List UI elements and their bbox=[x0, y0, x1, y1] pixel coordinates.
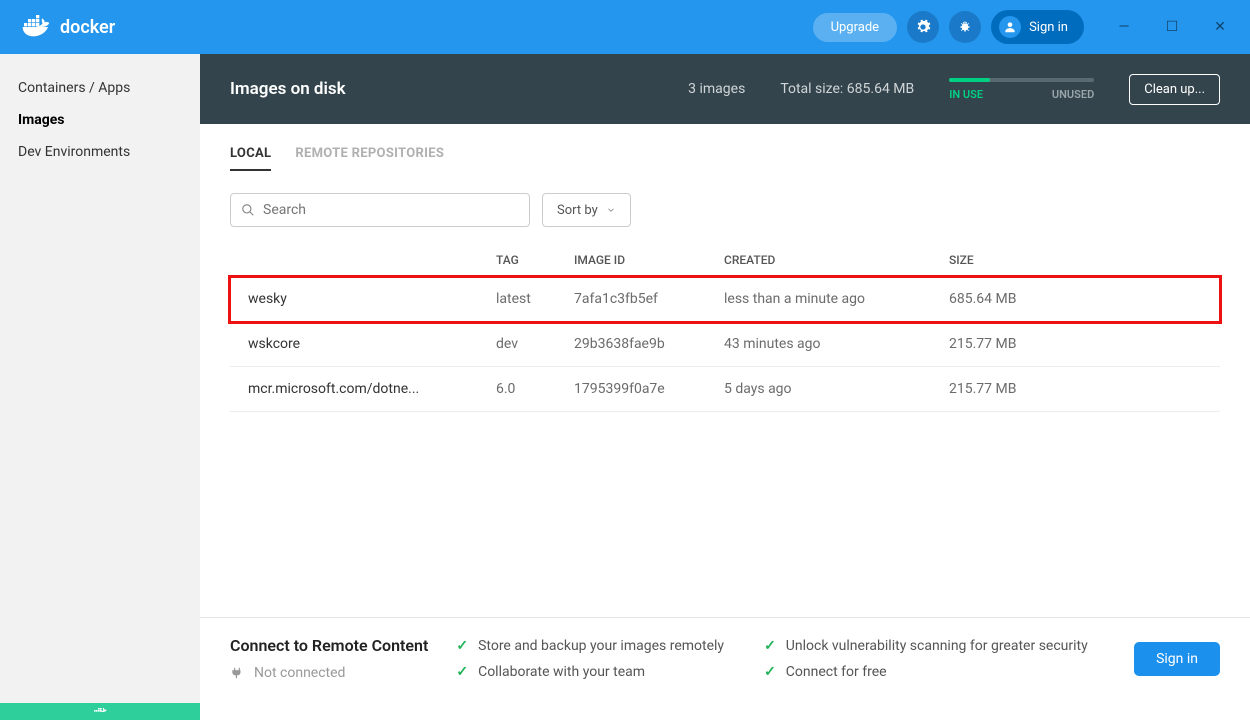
cell-id: 1795399f0a7e bbox=[574, 381, 724, 397]
maximize-button[interactable]: ☐ bbox=[1162, 19, 1182, 35]
table-row[interactable]: mcr.microsoft.com/dotne...6.01795399f0a7… bbox=[230, 367, 1220, 412]
sidebar-item-images[interactable]: Images bbox=[0, 104, 200, 136]
cell-tag: 6.0 bbox=[496, 381, 574, 397]
usage-bar: IN USE UNUSED bbox=[949, 78, 1094, 101]
check-icon: ✓ bbox=[764, 664, 776, 680]
cell-created: 5 days ago bbox=[724, 381, 949, 397]
app-name: docker bbox=[60, 17, 115, 38]
total-size: Total size: 685.64 MB bbox=[780, 81, 914, 97]
col-created: CREATED bbox=[724, 253, 949, 267]
docker-logo: docker bbox=[20, 15, 115, 39]
upgrade-button[interactable]: Upgrade bbox=[813, 13, 897, 42]
cell-name: wskcore bbox=[248, 336, 496, 352]
cell-tag: dev bbox=[496, 336, 574, 352]
search-input[interactable] bbox=[263, 202, 519, 218]
tab-remote[interactable]: REMOTE REPOSITORIES bbox=[295, 146, 444, 171]
cell-created: less than a minute ago bbox=[724, 291, 949, 307]
troubleshoot-button[interactable] bbox=[949, 11, 981, 43]
main: Containers / Apps Images Dev Environment… bbox=[0, 54, 1250, 703]
whale-icon bbox=[91, 706, 109, 718]
in-use-label: IN USE bbox=[949, 88, 983, 101]
col-tag: TAG bbox=[496, 253, 574, 267]
plug-icon bbox=[230, 666, 244, 680]
search-icon bbox=[241, 203, 255, 217]
remote-content-panel: Connect to Remote Content Not connected … bbox=[200, 617, 1250, 703]
search-box[interactable] bbox=[230, 193, 530, 227]
cell-tag: latest bbox=[496, 291, 574, 307]
benefit-item: ✓Unlock vulnerability scanning for great… bbox=[764, 638, 1088, 654]
col-size: SIZE bbox=[949, 253, 1202, 267]
footer-signin-button[interactable]: Sign in bbox=[1134, 642, 1220, 676]
cell-size: 685.64 MB bbox=[949, 291, 1202, 307]
cell-name: mcr.microsoft.com/dotne... bbox=[248, 381, 496, 397]
col-id: IMAGE ID bbox=[574, 253, 724, 267]
whale-icon bbox=[20, 15, 52, 39]
cell-created: 43 minutes ago bbox=[724, 336, 949, 352]
user-avatar-icon bbox=[999, 16, 1021, 38]
unused-label: UNUSED bbox=[1052, 88, 1094, 101]
minimize-button[interactable]: — bbox=[1114, 19, 1134, 35]
connection-status: Not connected bbox=[230, 665, 428, 681]
bug-icon bbox=[957, 19, 973, 35]
check-icon: ✓ bbox=[456, 638, 468, 654]
table-row[interactable]: wskcoredev29b3638fae9b43 minutes ago215.… bbox=[230, 322, 1220, 367]
table-header: TAG IMAGE ID CREATED SIZE bbox=[230, 239, 1220, 277]
sidebar-item-containers[interactable]: Containers / Apps bbox=[0, 72, 200, 104]
content: Images on disk 3 images Total size: 685.… bbox=[200, 54, 1250, 703]
chevron-down-icon bbox=[606, 205, 616, 215]
gear-icon bbox=[915, 19, 931, 35]
signin-button[interactable]: Sign in bbox=[991, 10, 1084, 44]
footer-title: Connect to Remote Content bbox=[230, 636, 428, 655]
cleanup-button[interactable]: Clean up... bbox=[1129, 74, 1220, 105]
cell-id: 7afa1c3fb5ef bbox=[574, 291, 724, 307]
toolbar: Sort by bbox=[200, 171, 1250, 239]
titlebar-right: Upgrade Sign in — ☐ ✕ bbox=[813, 10, 1230, 44]
sidebar-item-dev-environments[interactable]: Dev Environments bbox=[0, 136, 200, 168]
titlebar: docker Upgrade Sign in — ☐ ✕ bbox=[0, 0, 1250, 54]
settings-button[interactable] bbox=[907, 11, 939, 43]
col-name bbox=[248, 253, 496, 267]
status-strip[interactable] bbox=[0, 703, 200, 720]
page-title: Images on disk bbox=[230, 79, 346, 99]
benefit-item: ✓Collaborate with your team bbox=[456, 664, 724, 680]
signin-label: Sign in bbox=[1029, 20, 1068, 35]
tab-local[interactable]: LOCAL bbox=[230, 146, 271, 171]
image-count: 3 images bbox=[688, 81, 745, 97]
cell-size: 215.77 MB bbox=[949, 381, 1202, 397]
sidebar: Containers / Apps Images Dev Environment… bbox=[0, 54, 200, 703]
close-button[interactable]: ✕ bbox=[1210, 19, 1230, 35]
sort-label: Sort by bbox=[557, 203, 598, 218]
check-icon: ✓ bbox=[764, 638, 776, 654]
images-table: TAG IMAGE ID CREATED SIZE weskylatest7af… bbox=[200, 239, 1250, 412]
cell-size: 215.77 MB bbox=[949, 336, 1202, 352]
table-row[interactable]: weskylatest7afa1c3fb5efless than a minut… bbox=[230, 277, 1220, 322]
check-icon: ✓ bbox=[456, 664, 468, 680]
benefit-item: ✓Store and backup your images remotely bbox=[456, 638, 724, 654]
sort-button[interactable]: Sort by bbox=[542, 193, 631, 227]
tabs: LOCAL REMOTE REPOSITORIES bbox=[200, 124, 1250, 171]
header-stats: 3 images Total size: 685.64 MB IN USE UN… bbox=[688, 74, 1220, 105]
cell-id: 29b3638fae9b bbox=[574, 336, 724, 352]
benefit-item: ✓Connect for free bbox=[764, 664, 1088, 680]
cell-name: wesky bbox=[248, 291, 496, 307]
window-controls: — ☐ ✕ bbox=[1114, 19, 1230, 35]
page-header: Images on disk 3 images Total size: 685.… bbox=[200, 54, 1250, 124]
